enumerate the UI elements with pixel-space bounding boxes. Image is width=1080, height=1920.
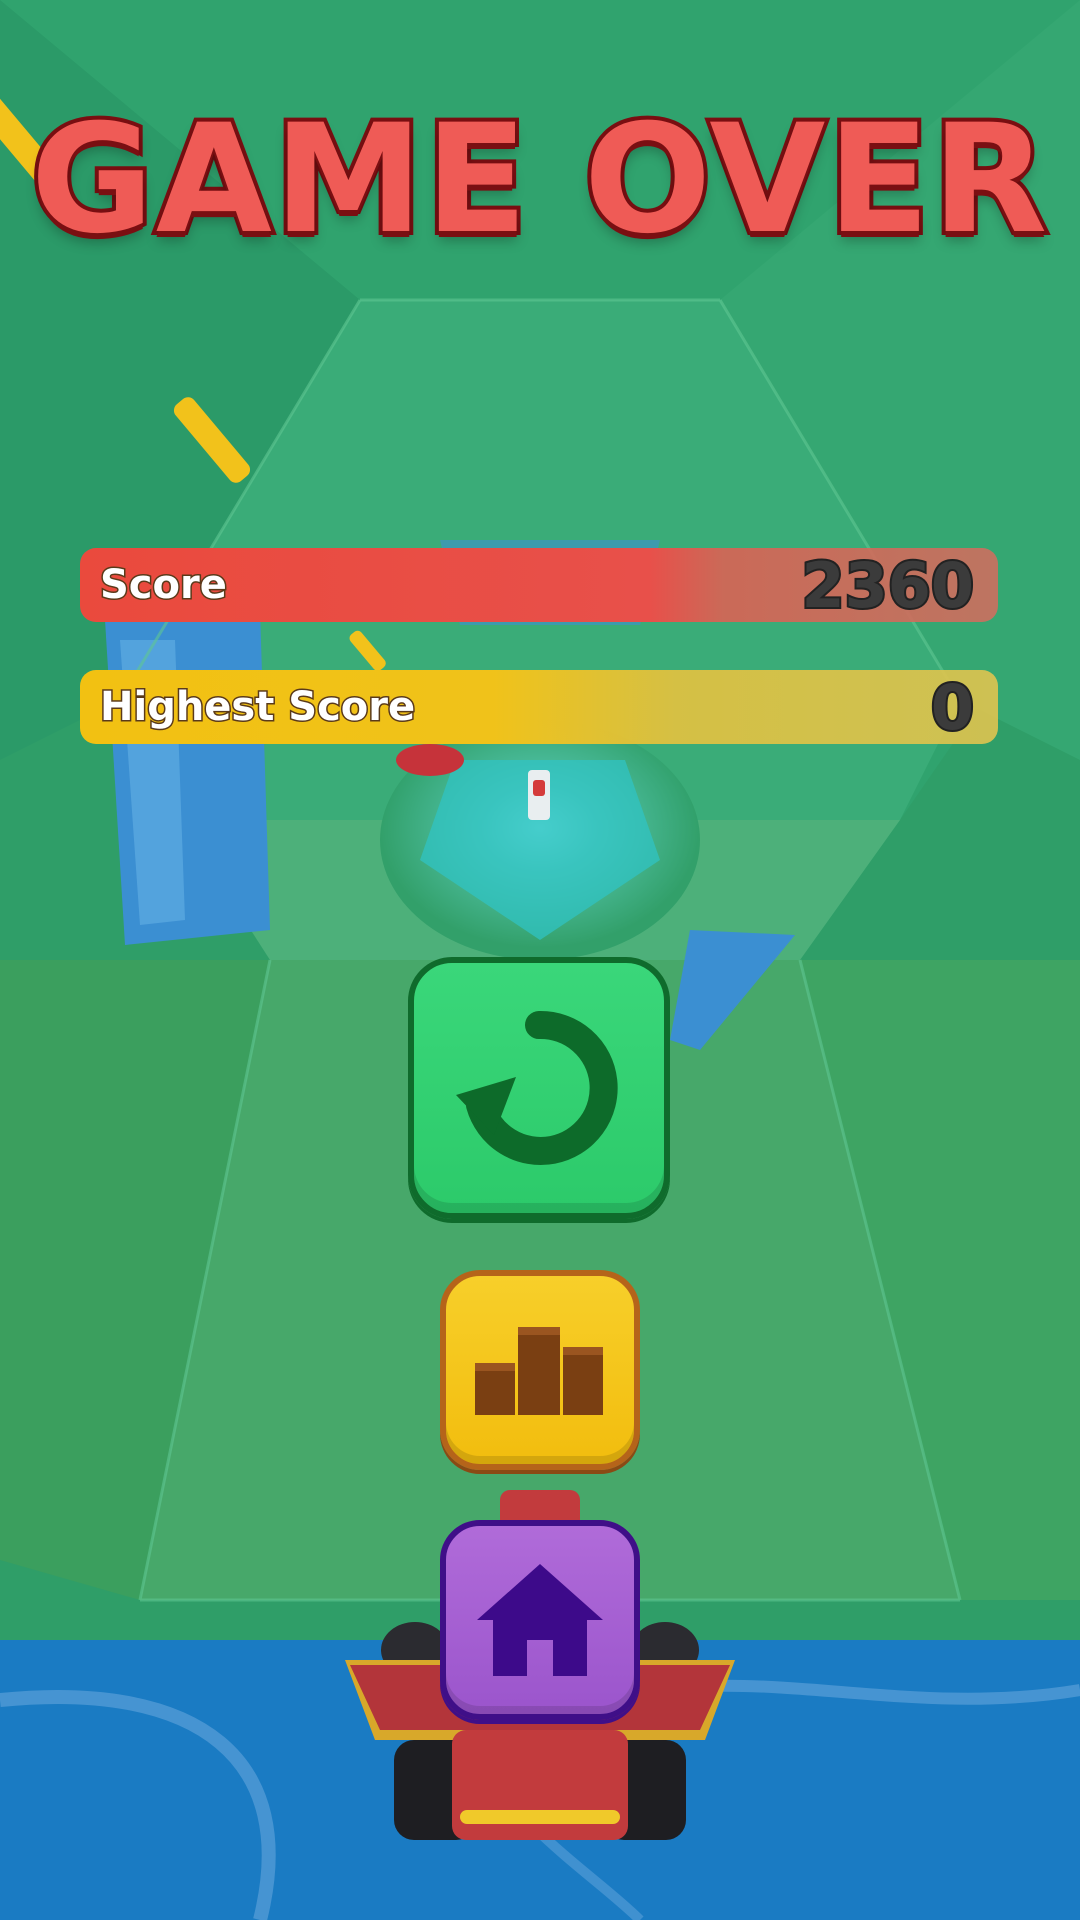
restart-arrow-icon xyxy=(456,1010,618,1165)
score-label: Score xyxy=(99,561,229,610)
leaderboard-button[interactable] xyxy=(440,1270,640,1470)
podium-icon xyxy=(475,1327,603,1415)
highest-score-label: Highest Score xyxy=(98,683,416,732)
game-over-title: GAME OVER xyxy=(27,93,1052,267)
score-bar: Score 2360 xyxy=(80,547,998,624)
home-icon xyxy=(477,1564,603,1676)
restart-button[interactable] xyxy=(408,957,670,1219)
score-value: 2360 xyxy=(799,547,976,624)
highest-score-bar: Highest Score 0 xyxy=(80,669,998,746)
home-button[interactable] xyxy=(440,1520,640,1720)
highest-score-value: 0 xyxy=(929,669,976,746)
